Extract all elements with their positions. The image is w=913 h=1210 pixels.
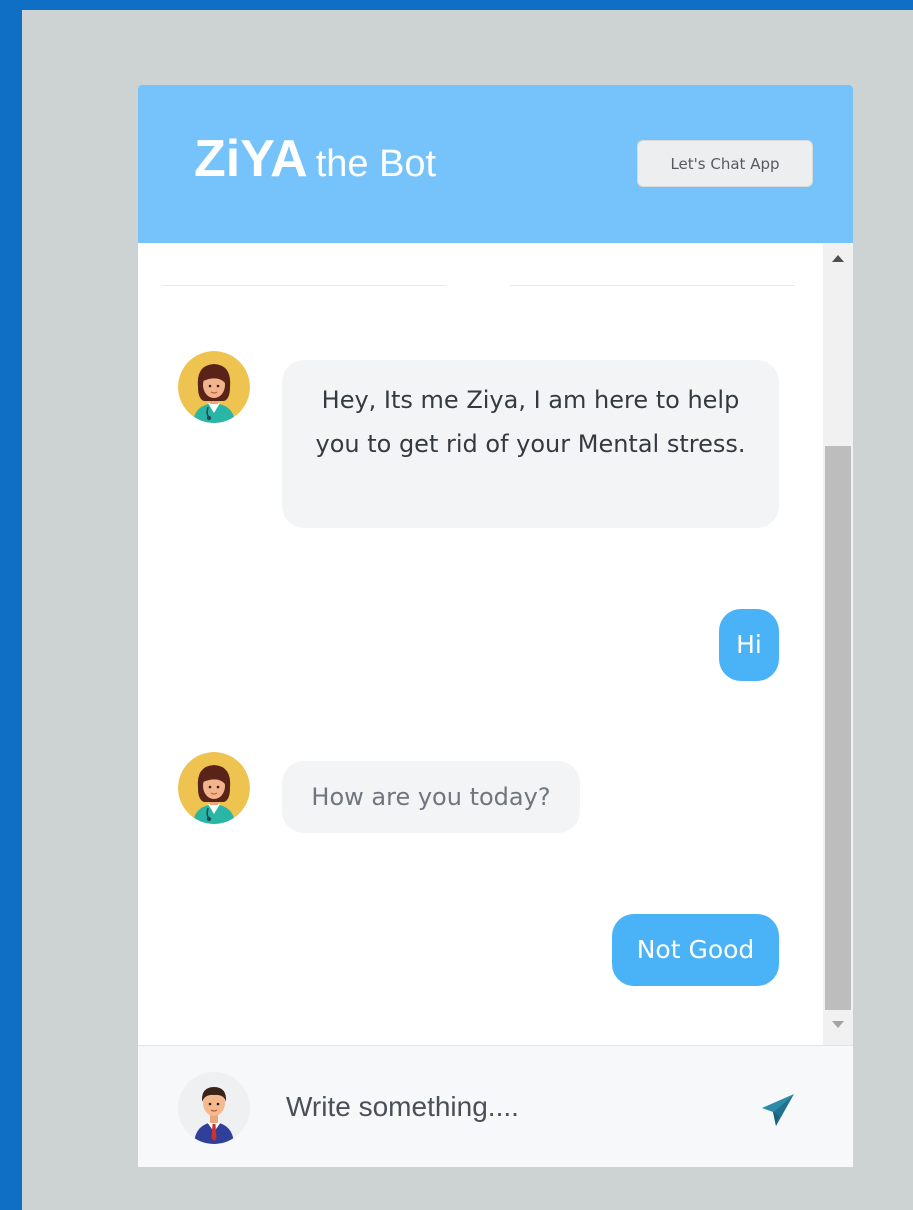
- message-composer: [138, 1045, 853, 1167]
- message-list: Hey, Its me Ziya, I am here to help you …: [138, 243, 853, 1045]
- bot-avatar-icon: [178, 351, 250, 423]
- user-avatar-icon: [178, 1072, 250, 1144]
- scroll-down-arrow-icon[interactable]: [832, 1021, 844, 1028]
- send-button[interactable]: [758, 1090, 798, 1130]
- date-divider-left: [162, 285, 446, 286]
- app-badge: Let's Chat App: [637, 140, 813, 187]
- message-input[interactable]: [286, 1082, 736, 1132]
- bot-title: ZiYA the Bot: [194, 129, 436, 189]
- scroll-up-arrow-icon[interactable]: [832, 255, 844, 262]
- bot-avatar-icon: [178, 752, 250, 824]
- bot-name: ZiYA: [194, 130, 308, 188]
- paper-plane-icon: [762, 1094, 794, 1126]
- user-message: Hi: [719, 609, 779, 681]
- scroll-thumb[interactable]: [825, 446, 851, 1010]
- bot-message: Hey, Its me Ziya, I am here to help you …: [282, 360, 779, 528]
- message-scrollbar[interactable]: [823, 243, 853, 1045]
- user-message: Not Good: [612, 914, 779, 986]
- chat-window: ZiYA the Bot Let's Chat App Hey, Its me …: [138, 85, 853, 1167]
- chat-header: ZiYA the Bot Let's Chat App: [138, 85, 853, 243]
- bot-message: How are you today?: [282, 761, 580, 833]
- bot-subtitle: the Bot: [315, 143, 437, 185]
- page-background: ZiYA the Bot Let's Chat App Hey, Its me …: [22, 10, 913, 1210]
- date-divider-right: [510, 285, 795, 286]
